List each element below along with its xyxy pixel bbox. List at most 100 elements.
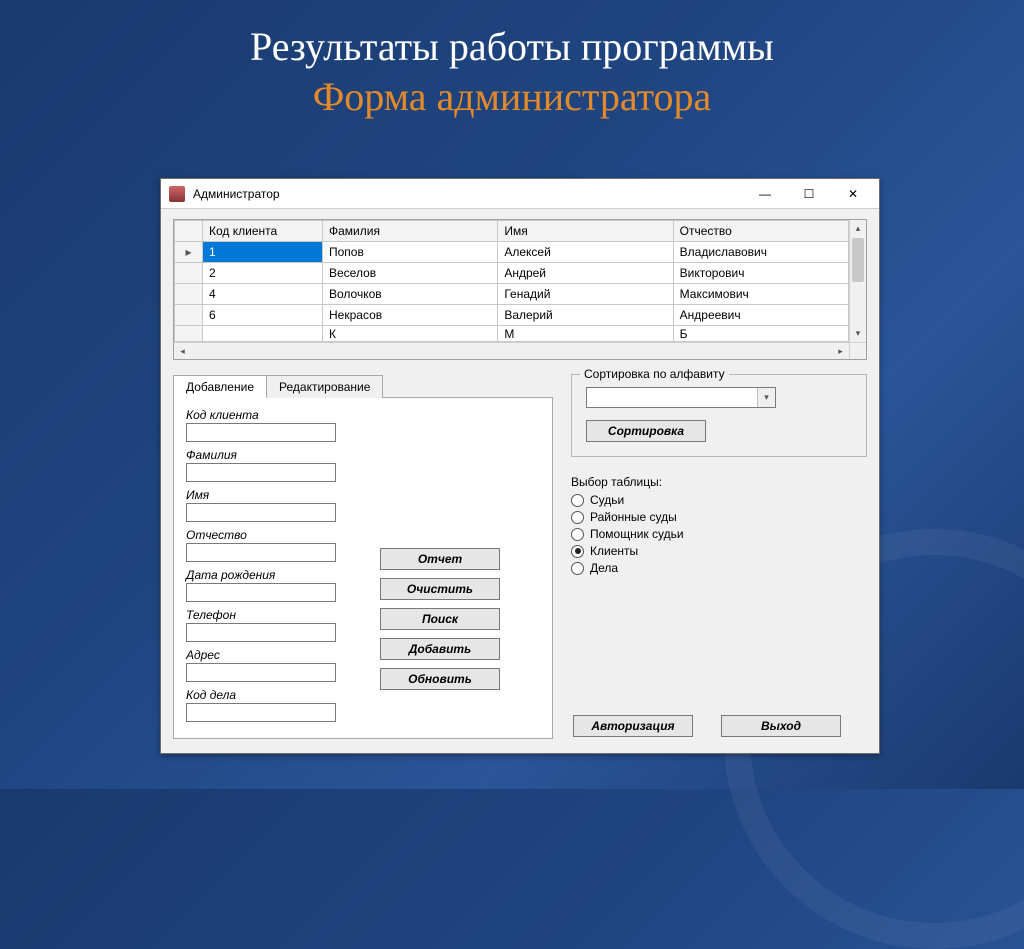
tab-panel-add: Код клиента Фамилия Имя Отчество [173,397,553,739]
scroll-right-icon[interactable]: ▸ [832,343,849,359]
radio-icon [571,511,584,524]
auth-button[interactable]: Авторизация [573,715,693,737]
scroll-down-icon[interactable]: ▾ [850,325,866,342]
radio-option-assistant[interactable]: Помощник судьи [571,527,867,541]
table-row[interactable]: 6НекрасовВалерийАндреевич [175,305,849,326]
tab-add[interactable]: Добавление [173,375,267,398]
radio-icon [571,545,584,558]
cell-firstname[interactable]: Андрей [498,263,673,284]
col-header-firstname[interactable]: Имя [498,221,673,242]
cell-lastname[interactable]: К [323,326,498,342]
search-button[interactable]: Поиск [380,608,500,630]
row-header [175,326,203,342]
titlebar[interactable]: Администратор — ☐ ✕ [161,179,879,209]
radio-option-district[interactable]: Районные суды [571,510,867,524]
scroll-left-icon[interactable]: ◂ [174,343,191,359]
radio-label: Клиенты [590,544,638,558]
birthdate-input[interactable] [186,583,336,602]
row-header [175,263,203,284]
patronymic-input[interactable] [186,543,336,562]
cell-id[interactable]: 6 [203,305,323,326]
sort-groupbox: Сортировка по алфавиту ▾ Сортировка [571,374,867,457]
cell-firstname[interactable]: М [498,326,673,342]
cell-id[interactable] [203,326,323,342]
row-header: ▸ [175,242,203,263]
cell-lastname[interactable]: Веселов [323,263,498,284]
cell-id[interactable]: 2 [203,263,323,284]
cell-firstname[interactable]: Генадий [498,284,673,305]
table-row[interactable]: 2ВеселовАндрейВикторович [175,263,849,284]
radio-option-judges[interactable]: Судьи [571,493,867,507]
radio-icon [571,494,584,507]
table-row[interactable]: ▸1ПоповАлексейВладиславович [175,242,849,263]
lastname-input[interactable] [186,463,336,482]
datagrid-header-row: Код клиента Фамилия Имя Отчество [175,221,849,242]
radio-icon [571,562,584,575]
exit-button[interactable]: Выход [721,715,841,737]
add-button[interactable]: Добавить [380,638,500,660]
col-header-lastname[interactable]: Фамилия [323,221,498,242]
table-select-label: Выбор таблицы: [571,475,867,489]
label-phone: Телефон [186,608,366,622]
tabstrip: Добавление Редактирование [173,375,553,398]
cell-firstname[interactable]: Валерий [498,305,673,326]
window-title: Администратор [193,187,743,201]
cell-patronymic[interactable]: Максимович [673,284,848,305]
cell-lastname[interactable]: Некрасов [323,305,498,326]
address-input[interactable] [186,663,336,682]
datagrid-scroll-corner [849,342,866,359]
admin-window: Администратор — ☐ ✕ Код клиента Фамилия … [160,178,880,754]
report-button[interactable]: Отчет [380,548,500,570]
phone-input[interactable] [186,623,336,642]
cell-patronymic[interactable]: Викторович [673,263,848,284]
row-header [175,305,203,326]
minimize-button[interactable]: — [743,180,787,208]
sort-combobox[interactable]: ▾ [586,387,776,408]
radio-icon [571,528,584,541]
case-code-input[interactable] [186,703,336,722]
cell-lastname[interactable]: Волочков [323,284,498,305]
cell-patronymic[interactable]: Владиславович [673,242,848,263]
tab-edit[interactable]: Редактирование [266,375,383,398]
datagrid-scrollbar-horizontal[interactable]: ◂ ▸ [174,342,849,359]
scroll-up-icon[interactable]: ▴ [850,220,866,237]
clients-datagrid[interactable]: Код клиента Фамилия Имя Отчество ▸1Попов… [173,219,867,360]
radio-label: Помощник судьи [590,527,684,541]
datagrid-scrollbar-vertical[interactable]: ▴ ▾ [849,220,866,342]
slide-title-line1: Результаты работы программы [250,24,774,69]
table-row[interactable]: 4ВолочковГенадийМаксимович [175,284,849,305]
label-firstname: Имя [186,488,366,502]
cell-firstname[interactable]: Алексей [498,242,673,263]
radio-label: Дела [590,561,618,575]
table-row[interactable]: КМБ [175,326,849,342]
label-birthdate: Дата рождения [186,568,366,582]
cell-id[interactable]: 1 [203,242,323,263]
col-header-patronymic[interactable]: Отчество [673,221,848,242]
col-header-id[interactable]: Код клиента [203,221,323,242]
sort-group-title: Сортировка по алфавиту [580,367,729,381]
table-select-block: Выбор таблицы: Судьи Районные суды Помощни… [571,475,867,578]
update-button[interactable]: Обновить [380,668,500,690]
radio-option-clients[interactable]: Клиенты [571,544,867,558]
cell-lastname[interactable]: Попов [323,242,498,263]
cell-patronymic[interactable]: Б [673,326,848,342]
maximize-button[interactable]: ☐ [787,180,831,208]
client-code-input[interactable] [186,423,336,442]
radio-label: Судьи [590,493,624,507]
label-client-code: Код клиента [186,408,366,422]
cell-patronymic[interactable]: Андреевич [673,305,848,326]
chevron-down-icon: ▾ [757,388,775,407]
firstname-input[interactable] [186,503,336,522]
slide-title-line2: Форма администратора [313,74,712,119]
close-button[interactable]: ✕ [831,180,875,208]
row-header [175,284,203,305]
radio-option-cases[interactable]: Дела [571,561,867,575]
radio-label: Районные суды [590,510,677,524]
label-case-code: Код дела [186,688,366,702]
label-address: Адрес [186,648,366,662]
sort-button[interactable]: Сортировка [586,420,706,442]
scroll-thumb-vertical[interactable] [852,238,864,282]
label-lastname: Фамилия [186,448,366,462]
cell-id[interactable]: 4 [203,284,323,305]
clear-button[interactable]: Очистить [380,578,500,600]
